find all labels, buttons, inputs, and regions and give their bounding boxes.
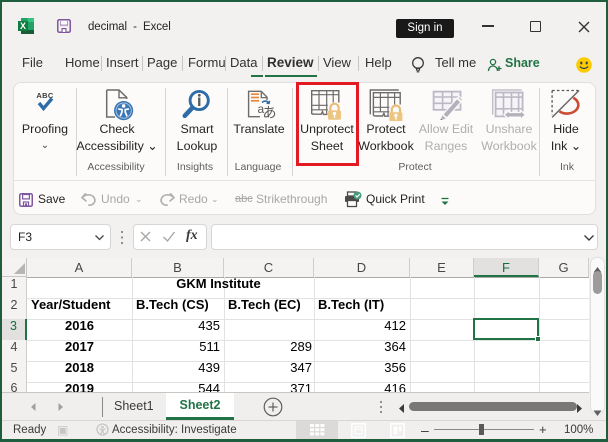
svg-text:X: X bbox=[20, 21, 26, 31]
svg-text:あ: あ bbox=[263, 105, 277, 121]
